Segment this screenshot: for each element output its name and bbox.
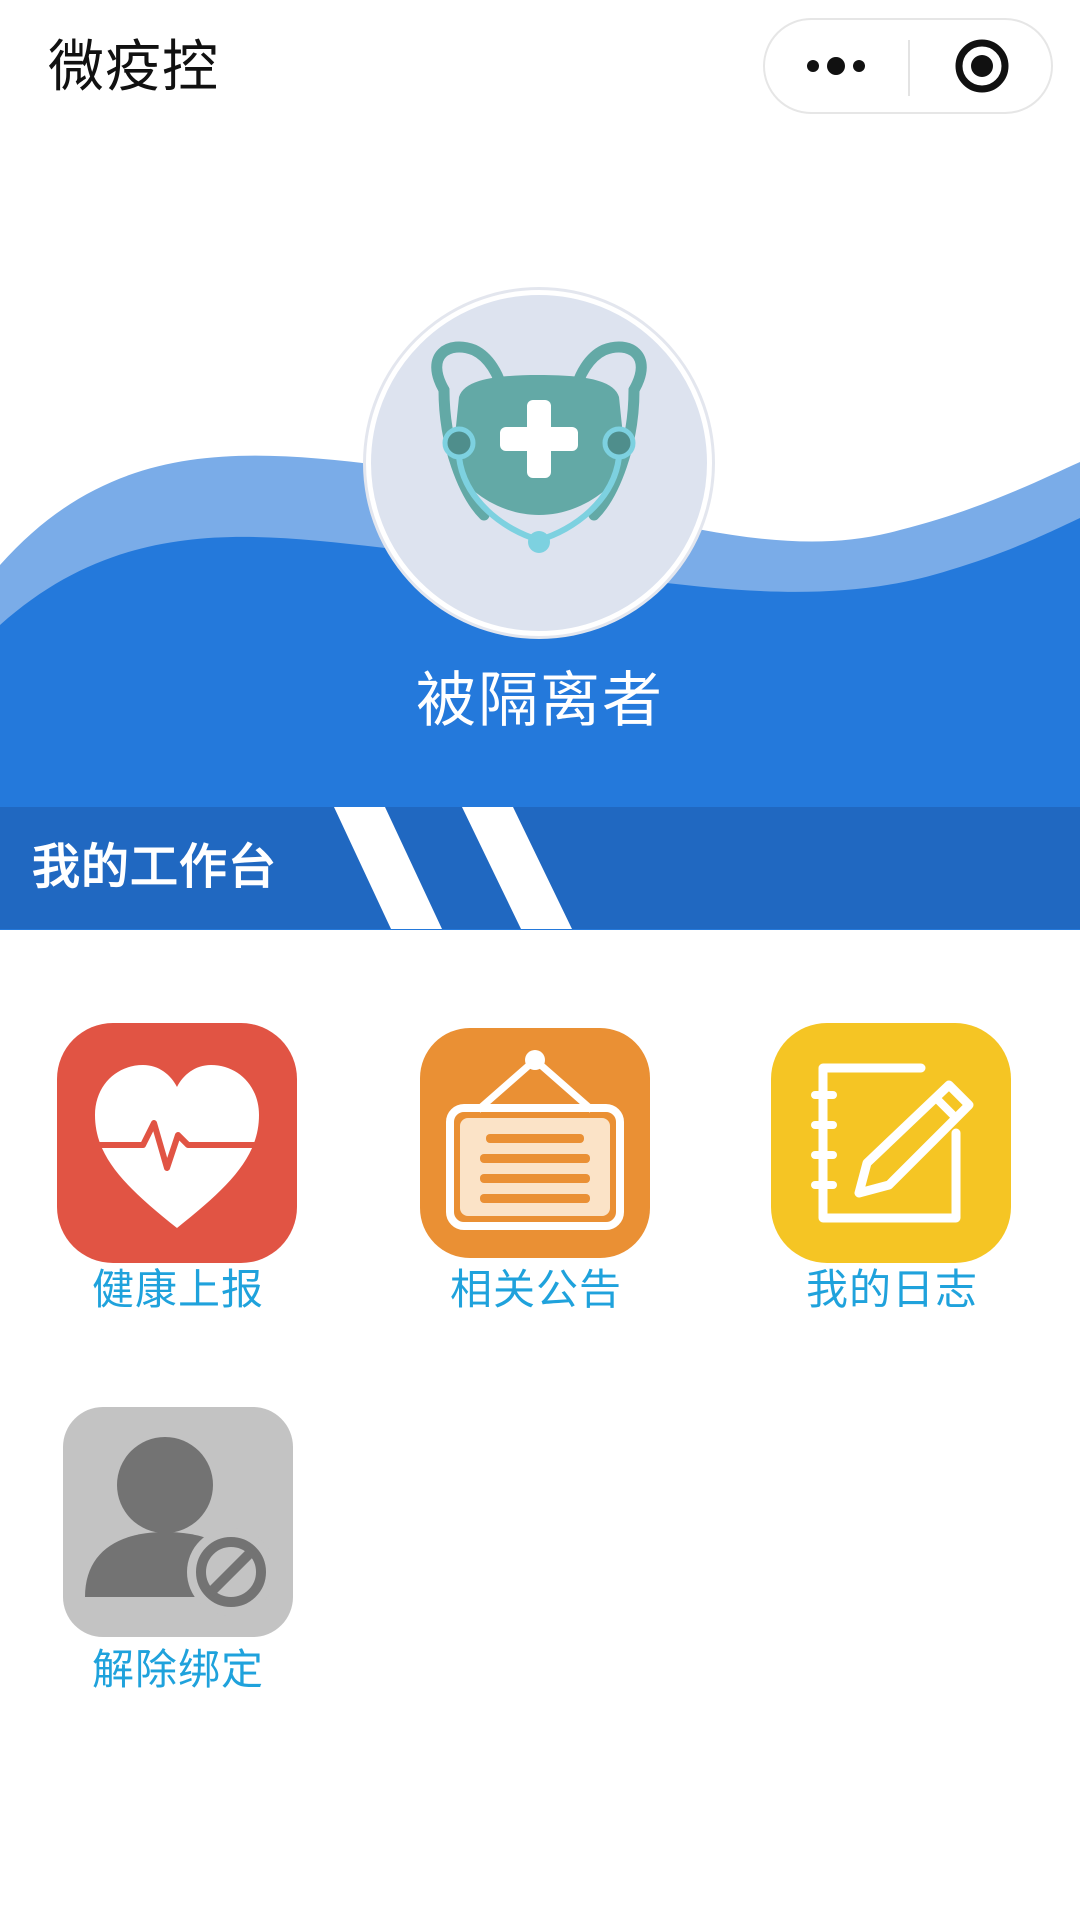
my-log-label: 我的日志	[805, 1265, 978, 1314]
mini-program-capsule	[763, 18, 1053, 114]
medical-mask-stethoscope-icon	[431, 341, 647, 553]
announcements-label: 相关公告	[449, 1265, 622, 1314]
record-circle-icon	[955, 39, 1009, 93]
unbind-label: 解除绑定	[91, 1645, 264, 1694]
navigation-bar: 微疫控	[0, 0, 1080, 136]
notebook-pencil-icon	[771, 1023, 1011, 1263]
more-menu-button[interactable]	[765, 20, 908, 112]
workbench-header: 我的工作台	[0, 807, 1080, 929]
close-mini-program-button[interactable]	[910, 20, 1053, 112]
app-root: 微疫控 被隔离者 我的工作台 健康上报 相关公告 我的日志 解除绑定	[0, 0, 1080, 1920]
my-log-tile[interactable]: 我的日志	[752, 1020, 1032, 1340]
health-report-label: 健康上报	[91, 1265, 264, 1314]
page-title: 微疫控	[48, 35, 219, 100]
workbench-title: 我的工作台	[32, 839, 278, 895]
more-dots-icon	[807, 57, 865, 75]
notice-board-icon	[420, 1028, 650, 1258]
user-role-name: 被隔离者	[416, 666, 664, 736]
announcements-tile[interactable]: 相关公告	[396, 1020, 676, 1340]
unbind-tile[interactable]: 解除绑定	[38, 1405, 318, 1725]
user-forbidden-icon	[63, 1407, 293, 1637]
health-report-tile[interactable]: 健康上报	[38, 1020, 318, 1340]
avatar	[366, 290, 712, 636]
heart-pulse-icon	[57, 1023, 297, 1263]
